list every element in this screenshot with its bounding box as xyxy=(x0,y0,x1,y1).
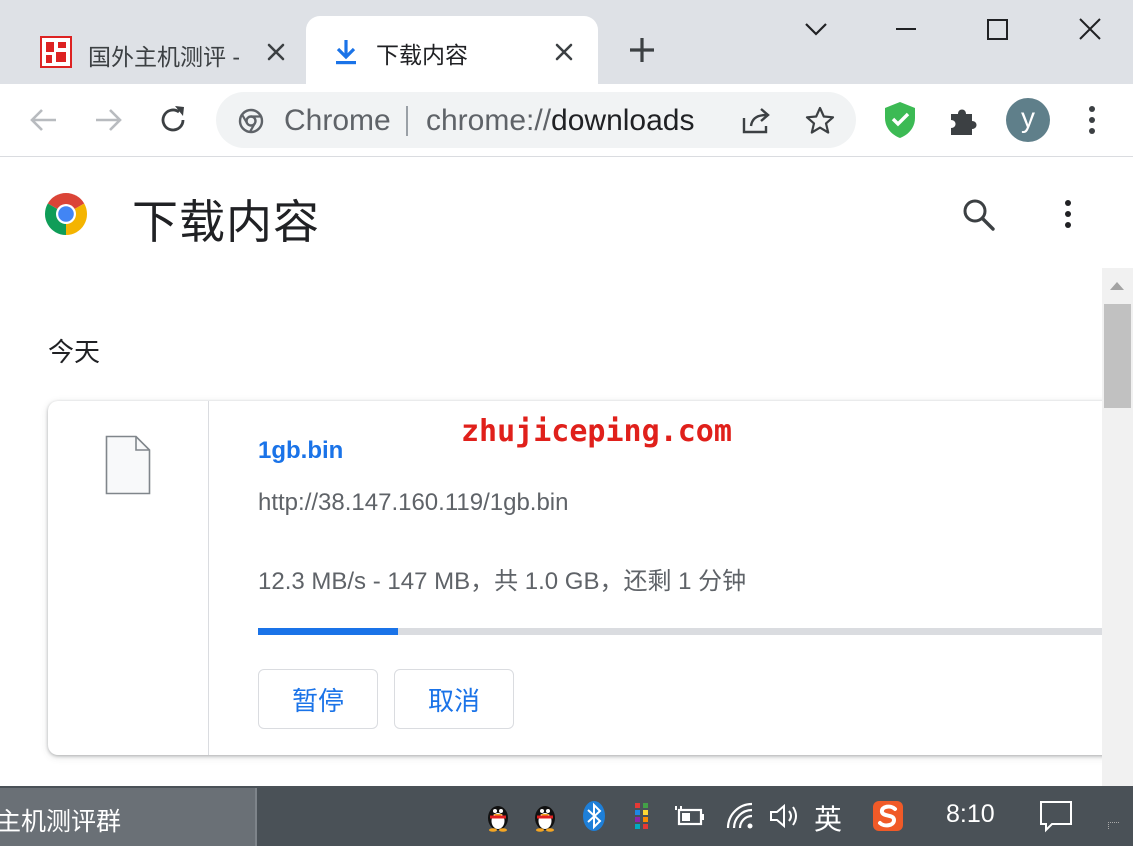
vertical-scrollbar[interactable] xyxy=(1102,268,1133,788)
maximize-icon[interactable] xyxy=(974,12,1022,48)
site-chip-label: Chrome xyxy=(284,104,391,137)
url-scheme: chrome:// xyxy=(426,104,552,137)
battery-plug-icon[interactable] xyxy=(674,800,706,832)
volume-icon[interactable] xyxy=(768,800,800,832)
red-seal-icon xyxy=(40,36,72,68)
pause-button[interactable]: 暂停 xyxy=(258,669,378,729)
file-icon xyxy=(105,435,151,495)
taskbar-app-label: 主机测评群 xyxy=(0,808,122,836)
tab-strip: 国外主机测评 - 下载内容 xyxy=(0,0,1133,84)
chrome-logo-icon xyxy=(44,192,88,235)
toolbar: Chrome chrome://downloads y xyxy=(0,84,1133,157)
menu-kebab-icon[interactable] xyxy=(1076,102,1108,138)
page-title: 下载内容 xyxy=(132,196,320,248)
download-item-card: 1gb.bin http://38.147.160.119/1gb.bin 12… xyxy=(48,401,1128,755)
taskbar: 主机测评群 英 8:10 xyxy=(0,786,1133,846)
extensions-puzzle-icon[interactable] xyxy=(946,102,982,138)
section-date-heading: 今天 xyxy=(48,337,101,367)
avatar[interactable]: y xyxy=(1006,98,1050,142)
omnibox-divider xyxy=(406,106,408,136)
minimize-icon[interactable] xyxy=(882,12,930,48)
back-arrow-icon[interactable] xyxy=(26,102,62,138)
close-icon[interactable] xyxy=(550,38,578,66)
sogou-ime-icon[interactable] xyxy=(872,800,904,832)
cancel-button[interactable]: 取消 xyxy=(394,669,514,729)
chevron-down-icon[interactable] xyxy=(792,12,840,48)
new-tab-plus-icon[interactable] xyxy=(624,32,660,68)
bookmark-star-icon[interactable] xyxy=(804,105,836,137)
reload-icon[interactable] xyxy=(155,102,191,138)
wifi-icon[interactable] xyxy=(724,800,756,832)
file-name-link[interactable]: 1gb.bin xyxy=(258,437,343,465)
qq-penguin-icon[interactable] xyxy=(482,800,514,832)
scroll-thumb[interactable] xyxy=(1104,304,1131,408)
taskbar-clock[interactable]: 8:10 xyxy=(946,800,995,829)
url-text[interactable]: chrome://downloads xyxy=(426,104,694,138)
window-close-icon[interactable] xyxy=(1066,12,1114,48)
progress-bar xyxy=(258,628,1108,635)
tab-title: 国外主机测评 - xyxy=(88,44,241,70)
watermark-text: zhujiceping.com xyxy=(461,414,732,449)
shield-extension-icon[interactable] xyxy=(882,100,918,140)
scroll-up-arrow-icon[interactable] xyxy=(1110,282,1124,290)
address-bar[interactable]: Chrome chrome://downloads xyxy=(216,92,856,148)
bluetooth-icon[interactable] xyxy=(578,800,610,832)
forward-arrow-icon[interactable] xyxy=(90,102,126,138)
search-icon[interactable] xyxy=(960,196,998,234)
close-icon[interactable] xyxy=(262,38,290,66)
file-source-url[interactable]: http://38.147.160.119/1gb.bin xyxy=(258,489,569,517)
url-path: downloads xyxy=(551,104,695,137)
notification-center-icon[interactable] xyxy=(1038,798,1074,834)
tab-title: 下载内容 xyxy=(376,42,468,68)
tab-active[interactable]: 下载内容 xyxy=(306,16,598,84)
ime-language-indicator[interactable]: 英 xyxy=(814,798,848,835)
download-status: 12.3 MB/s - 147 MB，共 1.0 GB，还剩 1 分钟 xyxy=(258,568,747,595)
qq-penguin-icon[interactable] xyxy=(529,800,561,832)
progress-bar-fill xyxy=(258,628,399,635)
chrome-site-icon xyxy=(238,108,264,134)
card-divider xyxy=(208,401,209,755)
color-grid-app-icon[interactable] xyxy=(626,800,658,832)
taskbar-app-button[interactable]: 主机测评群 xyxy=(0,788,257,846)
page-menu-kebab-icon[interactable] xyxy=(1052,196,1084,232)
resize-grip xyxy=(1108,822,1119,829)
share-icon[interactable] xyxy=(740,106,774,136)
download-icon xyxy=(336,40,356,65)
tab-inactive[interactable]: 国外主机测评 - xyxy=(24,18,302,84)
